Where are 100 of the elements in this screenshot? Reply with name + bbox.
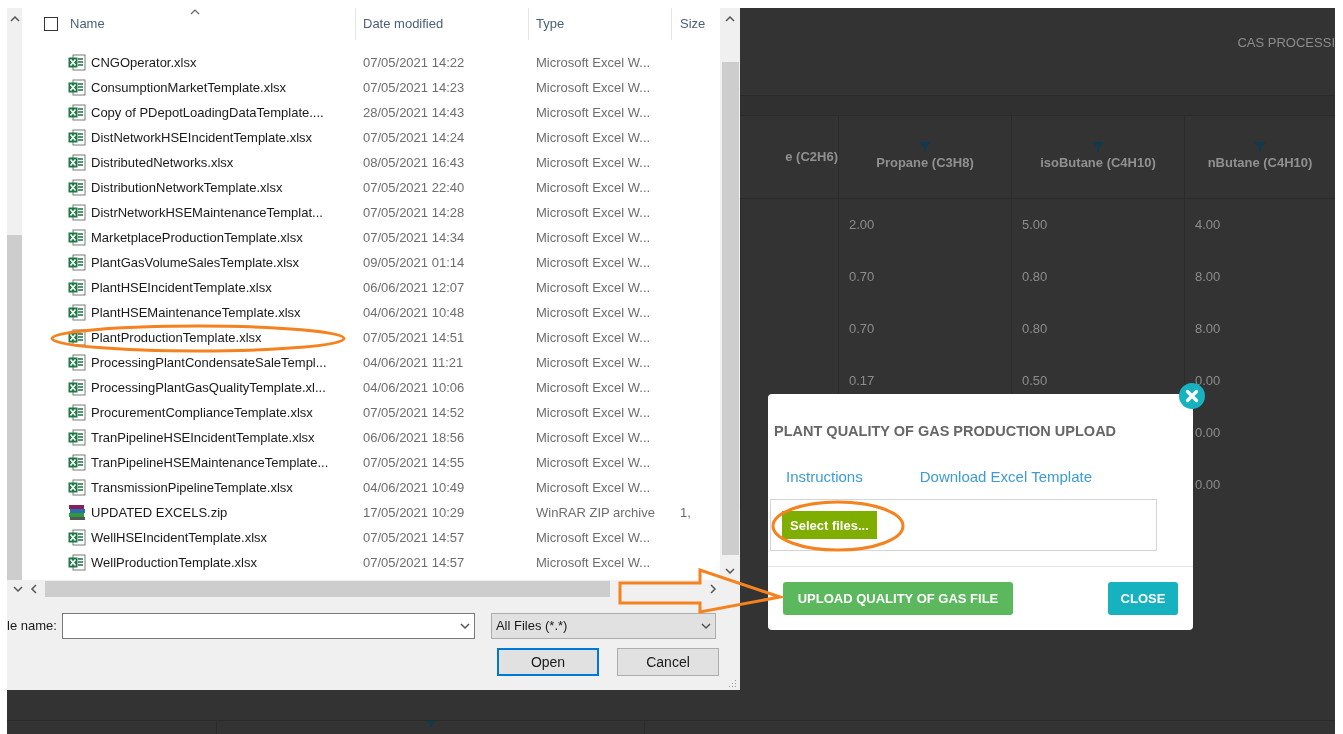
file-row[interactable]: ConsumptionMarketTemplate.xlsx 07/05/2021 14:23 Microsoft Excel W... (44, 75, 720, 100)
file-row[interactable]: DistributionNetworkTemplate.xlsx 07/05/2021 22:40 Microsoft Excel W... (44, 175, 720, 200)
table-cell-text: 2.00 (849, 216, 875, 235)
file-type: Microsoft Excel W... (535, 453, 652, 472)
file-row[interactable]: Copy of PDepotLoadingDataTemplate.... 28/05/2021 14:43 Microsoft Excel W... (44, 100, 720, 125)
spreadsheet-file-icon (68, 254, 86, 271)
file-size: 1, (679, 503, 692, 522)
resize-grip-icon[interactable] (729, 679, 737, 687)
file-name: ConsumptionMarketTemplate.xlsx (91, 78, 287, 97)
column-header[interactable]: Name (70, 14, 105, 34)
file-row[interactable]: DistrNetworkHSEMaintenanceTemplat... 07/05/2021 14:28 Microsoft Excel W... (44, 200, 720, 225)
file-date: 07/05/2021 14:34 (362, 228, 466, 247)
spreadsheet-file-icon (68, 229, 86, 246)
file-row[interactable]: PlantHSEIncidentTemplate.xlsx 06/06/2021 12:07 Microsoft Excel W... (44, 275, 720, 300)
file-row[interactable]: DistributedNetworks.xlsx 08/05/2021 16:43 Microsoft Excel W... (44, 150, 720, 175)
file-name: PlantHSEIncidentTemplate.xlsx (91, 278, 272, 297)
dropdown-caret-icon[interactable] (700, 621, 711, 631)
file-row[interactable]: PlantGasVolumeSalesTemplate.xlsx 09/05/2021 01:14 Microsoft Excel W... (44, 250, 720, 275)
page-title: CAS PROCESSI (1237, 34, 1335, 52)
file-type-dropdown[interactable]: All Files (*.*) (490, 613, 716, 639)
file-row[interactable]: PlantProductionTemplate.xlsx 07/05/2021 14:51 Microsoft Excel W... (44, 325, 720, 350)
file-name: TranPipelineHSEIncidentTemplate.xlsx (91, 428, 315, 447)
file-date: 06/06/2021 12:07 (362, 278, 466, 297)
select-all-checkbox[interactable] (44, 17, 58, 31)
scrollbar-thumb[interactable] (45, 581, 610, 597)
file-row[interactable]: TranPipelineHSEIncidentTemplate.xlsx 06/06/2021 18:56 Microsoft Excel W... (44, 425, 720, 450)
file-name: DistrNetworkHSEMaintenanceTemplat... (91, 203, 323, 222)
file-name: ProcurementComplianceTemplate.xlsx (91, 403, 313, 422)
sort-caret-icon (190, 9, 200, 15)
spreadsheet-file-icon (68, 129, 86, 146)
file-date: 28/05/2021 14:43 (362, 103, 466, 122)
spreadsheet-file-icon (68, 404, 86, 421)
file-type: Microsoft Excel W... (535, 528, 652, 547)
file-name: PlantHSEMaintenanceTemplate.xlsx (91, 303, 301, 322)
scroll-left-icon[interactable] (29, 584, 39, 594)
scrollbar-thumb[interactable] (7, 235, 22, 580)
column-header[interactable]: Date modified (363, 14, 444, 34)
scrollbar-thumb[interactable] (721, 62, 739, 555)
file-type: Microsoft Excel W... (535, 353, 652, 372)
file-name: WellHSEIncidentTemplate.xlsx (91, 528, 268, 547)
table-cell-text: 0.80 (1022, 268, 1048, 287)
file-row[interactable]: DistNetworkHSEIncidentTemplate.xlsx 07/05/2021 14:24 Microsoft Excel W... (44, 125, 720, 150)
spreadsheet-file-icon (68, 79, 86, 96)
table-cell-text: 0.70 (849, 320, 875, 339)
table-cell-text: 5.00 (1022, 216, 1048, 235)
column-header[interactable]: Type (536, 14, 565, 34)
file-date: 07/05/2021 14:23 (362, 78, 466, 97)
scroll-down-icon[interactable] (13, 584, 23, 594)
file-date: 08/05/2021 16:43 (362, 153, 466, 172)
file-type: Microsoft Excel W... (535, 53, 652, 72)
file-name: TranPipelineHSEMaintenanceTemplate... (91, 453, 329, 472)
table-cell-text: 0.80 (1022, 320, 1048, 339)
file-date: 04/06/2021 10:49 (362, 478, 466, 497)
file-date: 06/06/2021 18:56 (362, 428, 466, 447)
column-header: Propane (C3H8) (876, 154, 974, 173)
file-row[interactable]: TranPipelineHSEMaintenanceTemplate... 07/05/2021 14:55 Microsoft Excel W... (44, 450, 720, 475)
file-row[interactable]: ProcessingPlantCondensateSaleTempl... 04/06/2021 11:21 Microsoft Excel W... (44, 350, 720, 375)
file-name-input[interactable] (61, 613, 475, 639)
file-row[interactable]: UPDATED EXCELS.zip 17/05/2021 10:29 WinRAR ZIP archive 1, (44, 500, 720, 525)
dialog-button[interactable]: Open (497, 648, 599, 676)
file-name: DistNetworkHSEIncidentTemplate.xlsx (91, 128, 313, 147)
spreadsheet-file-icon (68, 204, 86, 221)
file-name: PlantProductionTemplate.xlsx (91, 328, 262, 347)
file-date: 07/05/2021 14:57 (362, 553, 466, 572)
spreadsheet-file-icon (68, 279, 86, 296)
spreadsheet-file-icon (68, 104, 86, 121)
file-row[interactable]: ProcurementComplianceTemplate.xlsx 07/05/2021 14:52 Microsoft Excel W... (44, 400, 720, 425)
file-row[interactable]: TransmissionPipelineTemplate.xlsx 04/06/2021 10:49 Microsoft Excel W... (44, 475, 720, 500)
file-row[interactable]: CNGOperator.xlsx 07/05/2021 14:22 Microsoft Excel W... (44, 50, 720, 75)
table-cell-text: 0.50 (1022, 372, 1048, 391)
file-name: PlantGasVolumeSalesTemplate.xlsx (91, 253, 300, 272)
file-name: WellProductionTemplate.xlsx (91, 553, 257, 572)
file-row[interactable]: MarketplaceProductionTemplate.xlsx 07/05/2021 14:34 Microsoft Excel W... (44, 225, 720, 250)
file-name: CNGOperator.xlsx (91, 53, 197, 72)
file-row[interactable]: ProcessingPlantGasQualityTemplate.xl... 04/06/2021 10:06 Microsoft Excel W... (44, 375, 720, 400)
file-date: 17/05/2021 10:29 (362, 503, 466, 522)
file-date: 07/05/2021 14:51 (362, 328, 466, 347)
close-icon[interactable] (1179, 383, 1205, 409)
scroll-up-icon[interactable] (9, 14, 20, 24)
dropdown-caret-icon[interactable] (459, 621, 470, 631)
spreadsheet-file-icon (68, 379, 86, 396)
scroll-up-icon[interactable] (725, 14, 735, 24)
column-header[interactable]: Size (680, 14, 706, 34)
file-name: Copy of PDepotLoadingDataTemplate.... (91, 103, 324, 122)
file-row[interactable]: WellHSEIncidentTemplate.xlsx 07/05/2021 14:57 Microsoft Excel W... (44, 525, 720, 550)
table-cell-text: 8.00 (1195, 320, 1221, 339)
file-type: Microsoft Excel W... (535, 428, 652, 447)
file-date: 09/05/2021 01:14 (362, 253, 466, 272)
file-type: Microsoft Excel W... (535, 228, 652, 247)
dialog-button[interactable]: Cancel (617, 648, 719, 676)
file-row[interactable]: WellProductionTemplate.xlsx 07/05/2021 14:57 Microsoft Excel W... (44, 550, 720, 575)
modal-title: PLANT QUALITY OF GAS PRODUCTION UPLOAD (773, 422, 1118, 441)
table-cell-text: 0.00 (1195, 476, 1221, 495)
file-type: Microsoft Excel W... (535, 303, 652, 322)
file-date: 07/05/2021 14:57 (362, 528, 466, 547)
file-type: Microsoft Excel W... (535, 153, 652, 172)
file-row[interactable]: PlantHSEMaintenanceTemplate.xlsx 04/06/2021 10:48 Microsoft Excel W... (44, 300, 720, 325)
scroll-down-icon[interactable] (725, 566, 735, 576)
scroll-right-icon[interactable] (708, 584, 718, 594)
file-date: 04/06/2021 10:48 (362, 303, 466, 322)
